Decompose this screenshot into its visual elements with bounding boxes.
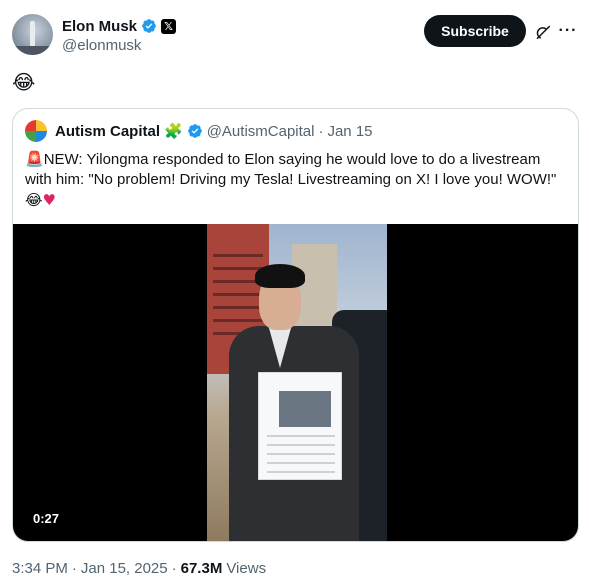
laugh-emoji: 😂 [25,191,43,209]
quoted-tweet-text: 🚨NEW: Yilongma responded to Elon saying … [25,149,565,211]
quoted-tweet-header: Autism Capital 🧩 @AutismCapital · Jan 15 [25,120,373,142]
siren-icon: 🚨 [25,150,44,168]
quoted-verified-badge-icon [187,124,202,138]
rocket-icon [30,21,35,49]
more-options-icon[interactable]: ··· [559,22,577,40]
views-label: Views [226,560,267,577]
views-count[interactable]: 67.3M [181,560,223,577]
video-duration: 0:27 [33,511,60,526]
x-affiliation-icon: 𝕏 [161,18,177,34]
tweet-date[interactable]: Jan 15, 2025 [81,560,168,577]
quoted-tweet-body: NEW: Yilongma responded to Elon saying h… [25,151,557,188]
author-display-name[interactable]: Elon Musk [62,18,137,35]
meta-separator: · [71,560,77,577]
quoted-tweet[interactable]: Autism Capital 🧩 @AutismCapital · Jan 15… [12,108,579,542]
date-separator: · [318,122,324,140]
video-frame [207,224,387,541]
quoted-tweet-date[interactable]: Jan 15 [327,123,372,140]
tweet-header: Elon Musk 𝕏 @elonmusk Subscribe ··· [12,14,577,58]
tweet-time[interactable]: 3:34 PM [12,560,68,577]
meta-separator: · [171,560,177,577]
video-player[interactable]: 0:27 [13,224,578,541]
quoted-author-avatar[interactable] [25,120,47,142]
author-handle[interactable]: @elonmusk [62,37,141,54]
heart-icon: ♥ [42,191,56,209]
quoted-author-handle[interactable]: @AutismCapital [207,123,315,140]
printed-tweet-sheet [258,372,342,480]
subscribe-button[interactable]: Subscribe [424,15,526,47]
author-avatar[interactable] [12,14,53,55]
grok-icon[interactable] [534,23,552,41]
verified-badge-icon [142,19,156,33]
tweet-text: 😂 [12,70,36,94]
tweet-meta: 3:34 PM · Jan 15, 2025 · 67.3M Views [12,560,266,577]
author-name-row: Elon Musk 𝕏 [62,16,177,36]
quoted-author-display-name[interactable]: Autism Capital [55,123,160,140]
puzzle-icon: 🧩 [164,122,183,140]
